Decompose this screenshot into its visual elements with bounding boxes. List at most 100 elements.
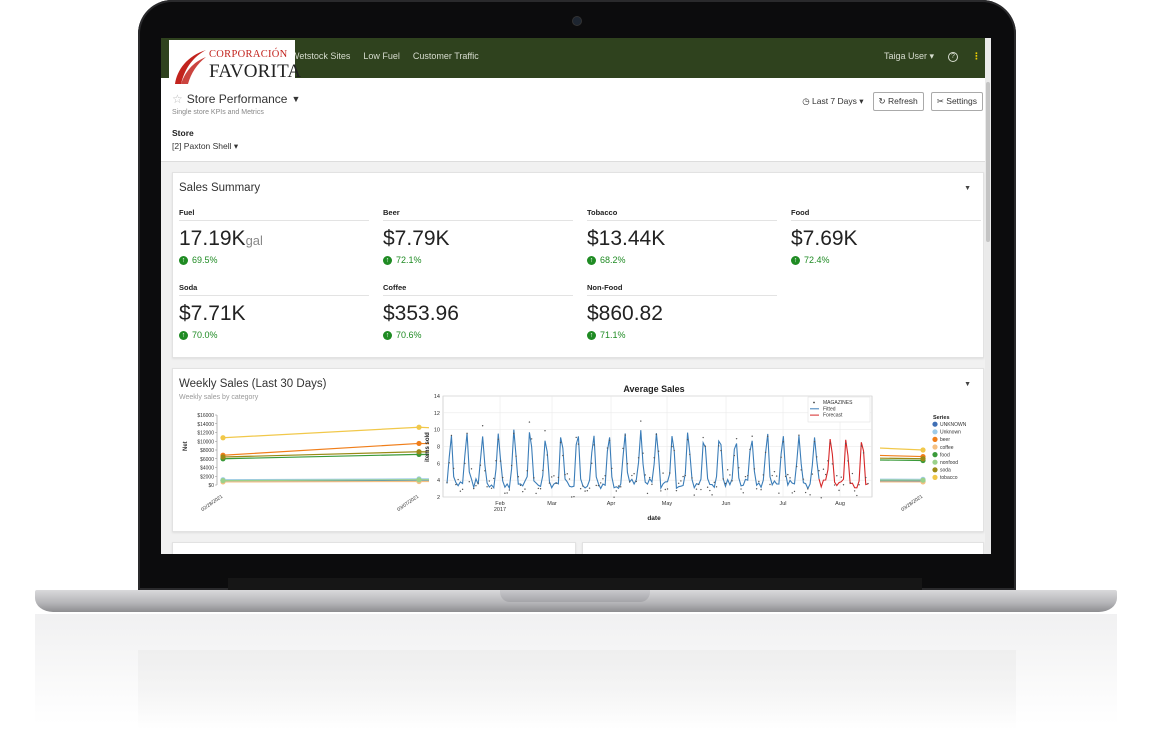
bottom-card-right xyxy=(582,542,984,554)
page-title[interactable]: Store Performance xyxy=(187,92,288,106)
data-point xyxy=(416,440,422,447)
kpi-change: ↑ 72.4% xyxy=(791,255,981,265)
y-tick-label: $6000 xyxy=(200,457,214,463)
arrow-up-circle-icon: ↑ xyxy=(587,255,596,265)
laptop-hinge xyxy=(228,578,922,590)
app-screen: Wetstock Sites Low Fuel Customer Traffic… xyxy=(161,38,991,554)
series-line xyxy=(222,451,924,460)
y-tick-label: $12000 xyxy=(197,431,214,437)
webcam xyxy=(573,17,581,25)
kpi-change-value: 70.6% xyxy=(396,330,422,340)
y-tick-label: $0 xyxy=(208,483,214,489)
x-tick-label: 03/07/2021 xyxy=(396,494,420,513)
legend-swatch xyxy=(932,444,938,450)
nav-link-wetstock-sites[interactable]: Wetstock Sites xyxy=(291,51,350,61)
kpi-value: $7.71K xyxy=(179,302,246,325)
legend-label: soda xyxy=(940,468,951,474)
kpi-value: 17.19Kgal xyxy=(179,227,263,250)
arrow-up-circle-icon: ↑ xyxy=(383,255,392,265)
x-tick-label: 02/28/2021 xyxy=(200,494,224,513)
brand-line1: CORPORACIÓN xyxy=(209,49,288,60)
kpi-label: Beer xyxy=(383,208,573,221)
data-point xyxy=(220,454,226,460)
data-point xyxy=(920,477,926,483)
page-title-row: ☆ Store Performance ▼ xyxy=(172,92,300,106)
legend-label: coffee xyxy=(940,445,954,451)
legend-swatch xyxy=(932,429,938,435)
kpi-value: $7.79K xyxy=(383,227,450,250)
refresh-label: Refresh xyxy=(888,96,918,106)
kpi-soda: Soda $7.71K ↑ 70.0% xyxy=(179,283,369,340)
kpi-change-value: 68.2% xyxy=(600,255,626,265)
kpi-food: Food $7.69K ↑ 72.4% xyxy=(791,208,981,265)
bottom-card-left xyxy=(172,542,576,554)
weekly-sales-card: Weekly Sales (Last 30 Days) Weekly sales… xyxy=(172,368,984,532)
series-tobacco xyxy=(220,424,926,453)
kpi-label: Coffee xyxy=(383,283,573,296)
kpi-change: ↑ 70.0% xyxy=(179,330,369,340)
kpi-coffee: Coffee $353.96 ↑ 70.6% xyxy=(383,283,573,340)
y-tick-label: $8000 xyxy=(200,448,214,454)
scrollbar[interactable] xyxy=(985,38,991,554)
kpi-change: ↑ 68.2% xyxy=(587,255,777,265)
reflection-inner xyxy=(138,650,1016,730)
date-range-dropdown[interactable]: ◷ Last 7 Days ▾ xyxy=(800,93,865,110)
kpi-fuel: Fuel 17.19Kgal ↑ 69.5% xyxy=(179,208,369,265)
nav-links: Wetstock Sites Low Fuel Customer Traffic xyxy=(291,51,479,61)
card-menu-caret-icon[interactable]: ▼ xyxy=(964,185,971,192)
legend-label: nonfood xyxy=(940,460,958,466)
kpi-change-value: 70.0% xyxy=(192,330,218,340)
settings-label: Settings xyxy=(946,96,977,106)
kpi-label: Tobacco xyxy=(587,208,777,221)
store-filter-select[interactable]: [2] Paxton Shell ▾ xyxy=(172,141,238,152)
data-point xyxy=(220,435,226,441)
legend-label: beer xyxy=(940,437,950,443)
kpi-change-value: 69.5% xyxy=(192,255,218,265)
kpi-beer: Beer $7.79K ↑ 72.1% xyxy=(383,208,573,265)
legend-swatch xyxy=(932,421,938,427)
brand-logo[interactable]: CORPORACIÓN FAVORITA xyxy=(169,40,301,86)
nav-link-customer-traffic[interactable]: Customer Traffic xyxy=(413,51,479,61)
store-filter-label: Store xyxy=(172,128,194,138)
data-point xyxy=(416,449,422,455)
kpi-non-food: Non-Food $860.82 ↑ 71.1% xyxy=(587,283,777,340)
legend-swatch xyxy=(932,452,938,458)
user-menu[interactable]: Taiga User ▾ xyxy=(884,51,934,62)
kpi-value: $353.96 xyxy=(383,302,459,325)
kpi-change: ↑ 70.6% xyxy=(383,330,573,340)
arrow-up-circle-icon: ↑ xyxy=(791,255,800,265)
legend-swatch xyxy=(932,436,938,442)
settings-button[interactable]: ✂ Settings xyxy=(930,92,983,111)
series-line xyxy=(222,426,924,451)
y-tick-label: $4000 xyxy=(200,466,214,472)
question-circle-icon[interactable]: ? xyxy=(948,51,958,62)
nav-link-low-fuel[interactable]: Low Fuel xyxy=(363,51,400,61)
y-tick-label: $10000 xyxy=(197,439,214,445)
page-subtitle: Single store KPIs and Metrics xyxy=(172,109,264,116)
data-point xyxy=(920,456,926,462)
legend-label: UNKNOWN xyxy=(940,422,967,428)
sales-summary-card: Sales Summary ▼ Fuel 17.19Kgal ↑ 69.5% Beer $… xyxy=(172,172,984,358)
data-point xyxy=(416,477,422,483)
legend-title: Series xyxy=(933,415,950,421)
star-icon[interactable]: ☆ xyxy=(172,92,183,106)
y-tick-label: $2000 xyxy=(200,474,214,480)
arrow-up-circle-icon: ↑ xyxy=(383,330,392,340)
refresh-button[interactable]: ↻ Refresh xyxy=(872,92,924,111)
kebab-icon[interactable]: ⋮ xyxy=(972,51,981,62)
kpi-value: $13.44K xyxy=(587,227,666,250)
y-tick-label: $14000 xyxy=(197,422,214,428)
kpi-value: $860.82 xyxy=(587,302,663,325)
store-filter-value: [2] Paxton Shell xyxy=(172,141,232,151)
kpi-change: ↑ 71.1% xyxy=(587,330,777,340)
scrollbar-thumb[interactable] xyxy=(986,82,990,242)
kpi-tobacco: Tobacco $13.44K ↑ 68.2% xyxy=(587,208,777,265)
arrow-up-circle-icon: ↑ xyxy=(179,255,188,265)
legend-label: tobacco xyxy=(940,475,958,481)
chevron-down-icon[interactable]: ▼ xyxy=(291,94,300,104)
user-name: Taiga User xyxy=(883,51,927,61)
data-point xyxy=(920,447,926,453)
kpi-change: ↑ 69.5% xyxy=(179,255,369,265)
y-tick-label: $16000 xyxy=(197,413,214,419)
legend-swatch xyxy=(932,467,938,473)
